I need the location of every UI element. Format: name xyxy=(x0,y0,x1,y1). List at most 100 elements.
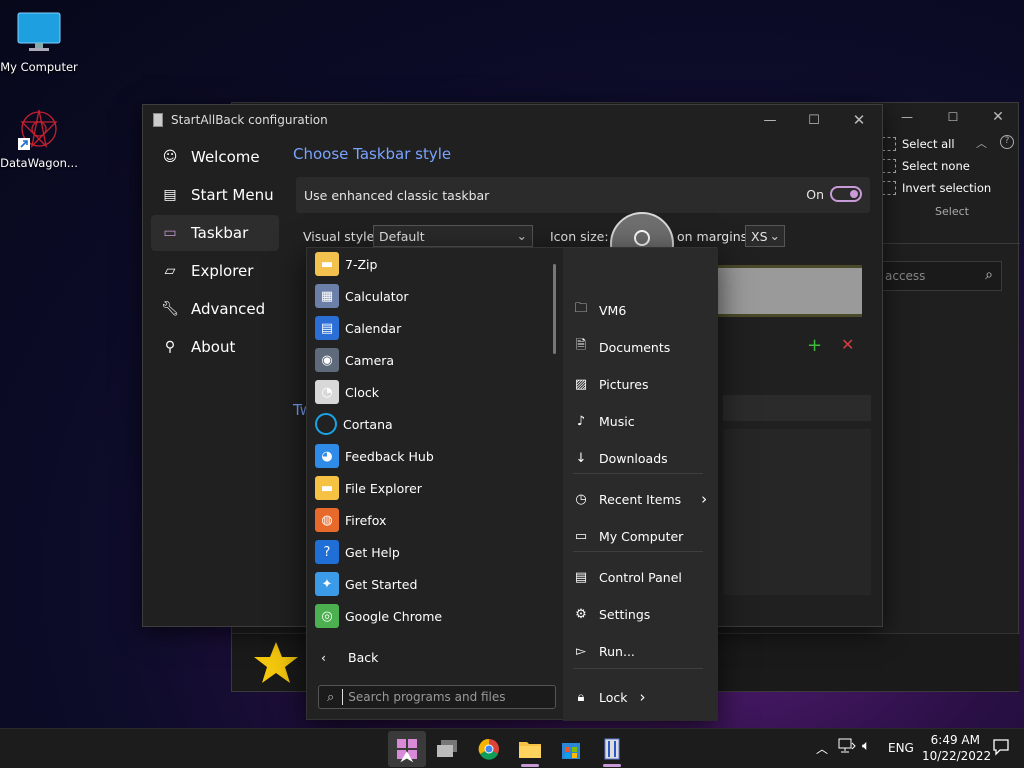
program-item[interactable]: ▬ 7-Zip xyxy=(315,248,555,280)
remove-icon[interactable]: ✕ xyxy=(841,335,854,354)
nav-item-taskbar[interactable]: ▭ Taskbar xyxy=(151,215,279,251)
program-label: Get Help xyxy=(345,544,400,560)
visual-style-select[interactable]: Default ⌄ xyxy=(373,225,533,247)
program-label: 7-Zip xyxy=(345,256,378,272)
select-all-icon xyxy=(882,137,896,151)
chevron-down-icon: ⌄ xyxy=(769,228,780,243)
select-none-icon xyxy=(882,159,896,173)
add-icon[interactable]: + xyxy=(807,335,822,356)
task-view-icon xyxy=(437,740,457,757)
start-link-downloads[interactable]: ↓ Downloads xyxy=(573,443,708,473)
chrome-icon xyxy=(478,738,499,760)
taskbar: ⮝ ︿ 🔈︎ ENG 6:49 AM 10/22/2022 xyxy=(0,728,1024,768)
language-indicator[interactable]: ENG xyxy=(888,741,914,755)
nav-item-start-menu[interactable]: ▤ Start Menu xyxy=(151,177,279,213)
nav-label: Start Menu xyxy=(191,186,274,204)
program-label: Calculator xyxy=(345,288,409,304)
program-item[interactable]: ◔ Clock xyxy=(315,376,555,408)
enhanced-taskbar-label: Use enhanced classic taskbar xyxy=(304,187,490,203)
search-input[interactable]: access ⌕ xyxy=(878,261,1002,291)
start-link-label: VM6 xyxy=(599,302,627,318)
program-item[interactable]: ▦ Calculator xyxy=(315,280,555,312)
taskbar-chrome[interactable] xyxy=(470,731,508,767)
invert-selection-icon xyxy=(882,181,896,195)
program-item[interactable]: ◎ Google Chrome xyxy=(315,600,555,632)
program-item[interactable]: ▬ File Explorer xyxy=(315,472,555,504)
start-link-control-panel[interactable]: ▤ Control Panel xyxy=(573,562,708,592)
program-item[interactable]: ▤ Calendar xyxy=(315,312,555,344)
text-cursor xyxy=(342,689,344,705)
taskbar-store[interactable] xyxy=(552,731,590,767)
desktop-icon-datawagon[interactable]: DataWagon... xyxy=(0,106,78,170)
start-link-my-computer[interactable]: ▭ My Computer xyxy=(573,521,708,551)
back-button[interactable]: ‹ Back xyxy=(321,650,378,665)
task-view-button[interactable] xyxy=(428,731,466,767)
taskbar-file-explorer[interactable] xyxy=(511,731,549,767)
chevron-left-icon: ‹ xyxy=(321,650,326,665)
setting-panel xyxy=(723,429,871,595)
download-icon: ↓ xyxy=(575,450,587,466)
volume-icon[interactable]: 🔈︎ xyxy=(862,738,870,754)
window-title: StartAllBack configuration xyxy=(171,113,328,127)
enhanced-taskbar-toggle[interactable] xyxy=(830,186,862,202)
close-button[interactable]: ✕ xyxy=(976,103,1020,131)
desktop-icon-label: My Computer xyxy=(0,60,78,74)
invert-selection-button[interactable]: Invert selection xyxy=(882,177,1022,199)
select-none-button[interactable]: Select none xyxy=(882,155,1022,177)
search-icon[interactable]: ⌕ xyxy=(985,267,993,283)
separator xyxy=(573,473,703,474)
start-link-label: Pictures xyxy=(599,376,649,392)
computer-icon: ▭ xyxy=(574,528,588,544)
network-icon[interactable] xyxy=(838,738,856,757)
select-all-button[interactable]: Select all xyxy=(882,133,1022,155)
enhanced-taskbar-setting[interactable]: Use enhanced classic taskbar On xyxy=(296,177,870,213)
search-icon: ⌕ xyxy=(327,689,335,705)
start-menu-icon: ▤ xyxy=(163,187,177,203)
icon-margins-select[interactable]: XS ⌄ xyxy=(745,225,785,247)
wrench-icon: 🔧︎ xyxy=(161,301,179,317)
close-button[interactable]: ✕ xyxy=(836,105,882,135)
desktop-icon-my-computer[interactable]: My Computer xyxy=(0,10,78,74)
ribbon-select-group: Select all Select none Invert selection … xyxy=(882,133,1022,253)
start-link-label: Settings xyxy=(599,606,651,622)
get-help-icon: ? xyxy=(315,540,339,564)
start-link-music[interactable]: ♪ Music xyxy=(573,406,708,436)
minimize-button[interactable]: — xyxy=(884,103,930,131)
start-link-label: Run... xyxy=(599,643,635,659)
nav-item-welcome[interactable]: ☺ Welcome xyxy=(151,139,279,175)
user-folder-icon: 🗀︎ xyxy=(574,301,588,316)
program-item[interactable]: ◍ Firefox xyxy=(315,504,555,536)
program-item[interactable]: ✦ Get Started xyxy=(315,568,555,600)
program-item[interactable]: ◉ Camera xyxy=(315,344,555,376)
program-item[interactable]: ◕ Feedback Hub xyxy=(315,440,555,472)
maximize-button[interactable]: ☐ xyxy=(930,103,976,131)
smiley-icon: ☺ xyxy=(162,149,178,165)
search-input[interactable]: ⌕ Search programs and files xyxy=(318,685,556,709)
minimize-button[interactable]: — xyxy=(747,105,793,135)
ribbon-group-label: Select xyxy=(935,205,969,218)
gear-icon: ⚙︎ xyxy=(575,606,587,622)
start-link-documents[interactable]: 🗎︎ Documents xyxy=(573,332,708,362)
chevron-up-icon[interactable]: ︿ xyxy=(816,740,828,757)
start-link-pictures[interactable]: ▨ Pictures xyxy=(573,369,708,399)
start-link-settings[interactable]: ⚙︎ Settings xyxy=(573,599,708,629)
nav-item-advanced[interactable]: 🔧︎ Advanced xyxy=(151,291,279,327)
program-item[interactable]: Cortana xyxy=(315,408,555,440)
taskbar-startallback[interactable] xyxy=(593,731,631,767)
start-link-vm6[interactable]: 🗀︎ VM6 xyxy=(573,295,708,325)
clock[interactable]: 6:49 AM 10/22/2022 xyxy=(922,732,991,764)
scrollbar[interactable] xyxy=(553,264,556,354)
program-label: Firefox xyxy=(345,512,387,528)
nav-item-about[interactable]: ⚲ About xyxy=(151,329,279,365)
separator xyxy=(573,668,703,669)
start-link-recent-items[interactable]: ◷ Recent Items › xyxy=(573,484,708,514)
program-item[interactable]: ? Get Help xyxy=(315,536,555,568)
nav-item-explorer[interactable]: ▱ Explorer xyxy=(151,253,279,289)
start-link-run[interactable]: ▻ Run... xyxy=(573,636,708,666)
start-button[interactable]: ⮝ xyxy=(388,731,426,767)
notification-icon[interactable] xyxy=(992,738,1010,759)
running-indicator xyxy=(521,764,539,767)
start-link-lock[interactable]: 🔒︎ Lock › xyxy=(573,682,708,712)
maximize-button[interactable]: ☐ xyxy=(791,105,837,135)
feedback-hub-icon: ◕ xyxy=(315,444,339,468)
